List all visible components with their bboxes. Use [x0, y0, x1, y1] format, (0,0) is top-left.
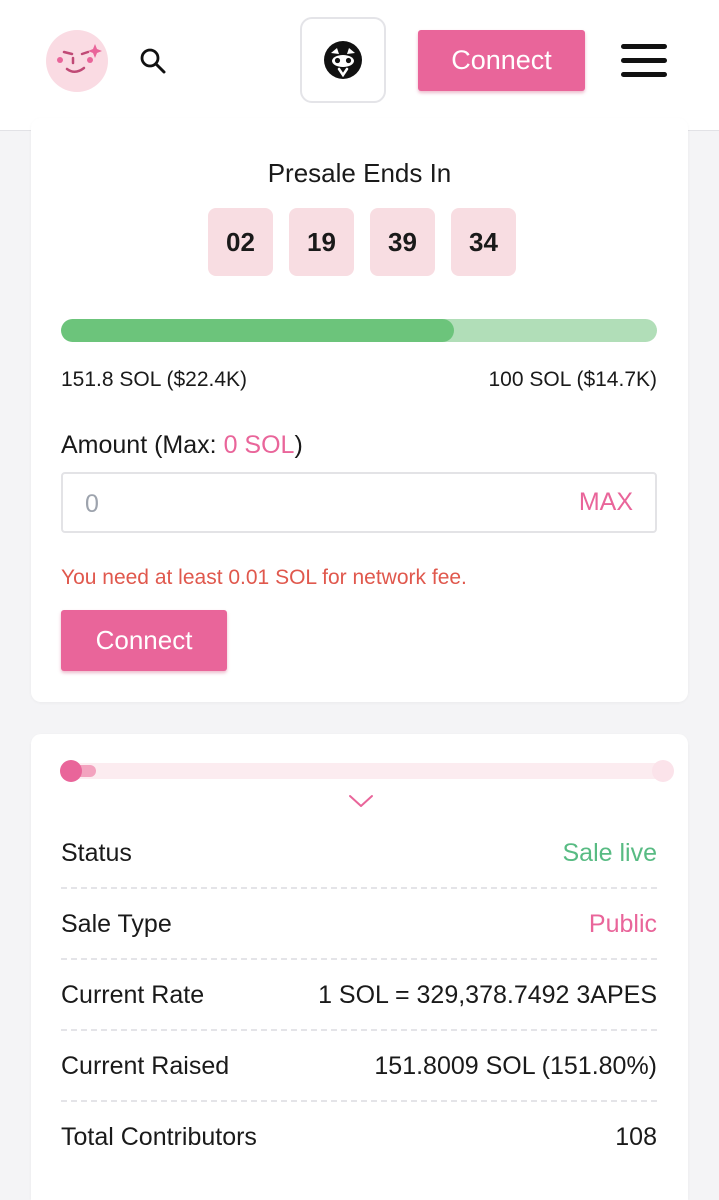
sale-type-value: Public — [588, 910, 657, 938]
sale-details-card: Status Sale live Sale Type Public Curren… — [31, 734, 688, 1200]
network-fee-error: You need at least 0.01 SOL for network f… — [61, 566, 467, 589]
sale-stage-track — [60, 760, 674, 782]
smirking-face-logo-icon[interactable] — [46, 30, 108, 92]
status-label: Status — [61, 839, 132, 867]
max-button[interactable]: MAX — [579, 488, 633, 517]
chevron-down-icon[interactable] — [348, 793, 374, 809]
search-icon[interactable] — [139, 47, 167, 75]
sale-stage-start-dot — [60, 760, 82, 782]
countdown-subseconds: 34 — [451, 208, 516, 276]
amount-label-suffix: ) — [294, 431, 303, 459]
raised-amount-label: 151.8 SOL ($22.4K) — [61, 368, 248, 391]
header-connect-button[interactable]: Connect — [418, 30, 585, 91]
countdown-hours: 02 — [208, 208, 273, 276]
top-nav-bar: Connect — [0, 0, 719, 131]
current-raised-label: Current Raised — [61, 1052, 230, 1080]
countdown-seconds: 39 — [370, 208, 435, 276]
amount-input[interactable] — [83, 486, 527, 522]
max-balance-value: 0 SOL — [223, 431, 295, 459]
info-row-status: Status Sale live — [61, 818, 657, 889]
app-switch-button[interactable] — [300, 17, 386, 103]
raise-progress-bar — [61, 319, 657, 342]
amount-label: Amount (Max: 0 SOL) — [61, 431, 303, 460]
presale-card: Presale Ends In 02 19 39 34 151.8 SOL ($… — [31, 118, 688, 702]
current-rate-value: 1 SOL = 329,378.7492 3APES — [318, 981, 657, 1009]
countdown-minutes: 19 — [289, 208, 354, 276]
amount-field: MAX — [61, 472, 657, 533]
countdown-timer: 02 19 39 34 — [208, 208, 516, 276]
current-raised-value: 151.8009 SOL (151.80%) — [374, 1052, 657, 1080]
info-row-total-contributors: Total Contributors 108 — [61, 1102, 657, 1173]
info-row-current-raised: Current Raised 151.8009 SOL (151.80%) — [61, 1031, 657, 1102]
sale-type-label: Sale Type — [61, 910, 172, 938]
sale-stage-end-dot — [652, 760, 674, 782]
hamburger-menu-icon[interactable] — [621, 44, 667, 78]
total-contributors-value: 108 — [615, 1123, 657, 1151]
status-value: Sale live — [562, 839, 658, 867]
connect-wallet-button[interactable]: Connect — [61, 610, 227, 671]
current-rate-label: Current Rate — [61, 981, 205, 1009]
amount-label-prefix: Amount (Max: — [61, 431, 224, 459]
info-row-current-rate: Current Rate 1 SOL = 329,378.7492 3APES — [61, 960, 657, 1031]
total-contributors-label: Total Contributors — [61, 1123, 257, 1151]
target-amount-label: 100 SOL ($14.7K) — [488, 368, 658, 391]
raise-progress-fill — [61, 319, 455, 342]
presale-title: Presale Ends In — [267, 158, 452, 188]
cat-mask-icon — [324, 41, 362, 79]
info-row-sale-type: Sale Type Public — [61, 889, 657, 960]
